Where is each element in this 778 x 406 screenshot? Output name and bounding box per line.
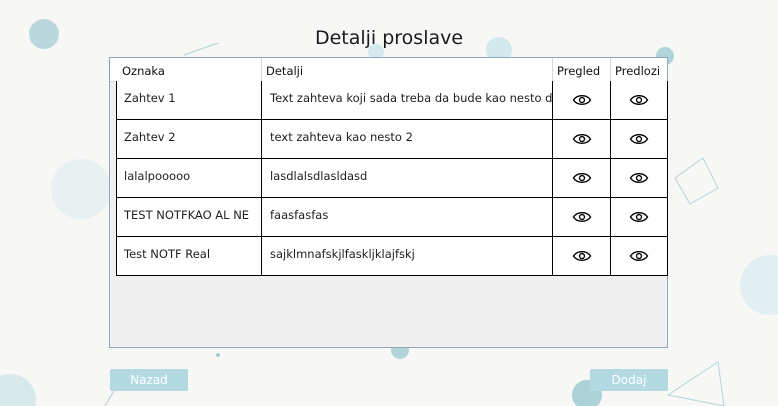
eye-icon[interactable]	[572, 93, 591, 107]
table-header: Oznaka Detalji Pregled Predlozi	[110, 58, 667, 82]
eye-icon[interactable]	[629, 249, 649, 263]
cell-detalji: Text zahteva koji sada treba da bude kao…	[261, 81, 552, 119]
predlozi-cell	[610, 120, 667, 158]
eye-icon[interactable]	[629, 210, 649, 224]
column-header-pregled[interactable]: Pregled	[553, 58, 611, 81]
eye-icon[interactable]	[572, 210, 591, 224]
pregled-cell	[552, 198, 610, 236]
table-row[interactable]: TEST NOTFKAO AL NE faasfasfas	[117, 198, 667, 237]
cell-detalji: sajklmnafskjlfaskljklajfskj	[261, 237, 552, 275]
page-title: Detalji proslave	[314, 27, 464, 49]
column-header-predlozi[interactable]: Predlozi	[611, 58, 668, 81]
column-header-detalji[interactable]: Detalji	[262, 58, 553, 81]
table-row[interactable]: Zahtev 1 Text zahteva koji sada treba da…	[117, 81, 667, 120]
add-button[interactable]: Dodaj	[590, 369, 668, 391]
cell-oznaka: lalalpooooo	[124, 169, 191, 183]
pregled-cell	[552, 120, 610, 158]
cell-oznaka: Test NOTF Real	[124, 247, 211, 261]
table-row[interactable]: Test NOTF Real sajklmnafskjlfaskljklajfs…	[117, 237, 667, 276]
table-body: Zahtev 1 Text zahteva koji sada treba da…	[116, 81, 668, 276]
eye-icon[interactable]	[572, 249, 591, 263]
pregled-cell	[552, 81, 610, 119]
eye-icon[interactable]	[572, 171, 591, 185]
cell-detalji: faasfasfas	[261, 198, 552, 236]
pregled-cell	[552, 159, 610, 197]
table-row[interactable]: lalalpooooo lasdlalsdlasldasd	[117, 159, 667, 198]
eye-icon[interactable]	[629, 93, 649, 107]
predlozi-cell	[610, 198, 667, 236]
cell-oznaka: TEST NOTFKAO AL NE	[124, 208, 250, 222]
cell-detalji: text zahteva kao nesto 2	[261, 120, 552, 158]
column-header-oznaka[interactable]: Oznaka	[118, 58, 262, 81]
proslava-table: Oznaka Detalji Pregled Predlozi Zahtev 1…	[109, 57, 668, 348]
table-row[interactable]: Zahtev 2 text zahteva kao nesto 2	[117, 120, 667, 159]
predlozi-cell	[610, 81, 667, 119]
predlozi-cell	[610, 159, 667, 197]
cell-detalji: lasdlalsdlasldasd	[261, 159, 552, 197]
back-button[interactable]: Nazad	[110, 369, 188, 391]
eye-icon[interactable]	[629, 171, 649, 185]
pregled-cell	[552, 237, 610, 275]
cell-oznaka: Zahtev 1	[124, 91, 176, 105]
eye-icon[interactable]	[629, 132, 649, 146]
predlozi-cell	[610, 237, 667, 275]
eye-icon[interactable]	[572, 132, 591, 146]
cell-oznaka: Zahtev 2	[124, 130, 176, 144]
